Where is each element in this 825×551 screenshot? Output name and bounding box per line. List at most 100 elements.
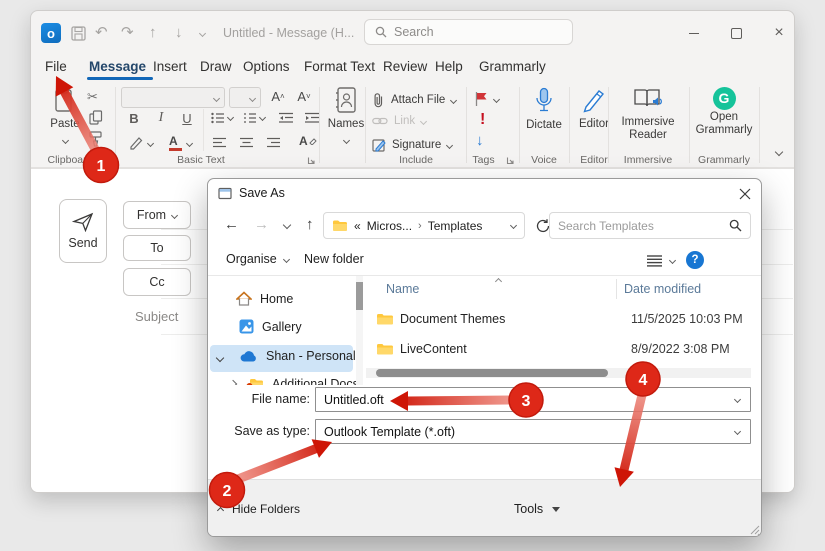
cut-icon[interactable]: ✂ xyxy=(87,89,98,105)
low-importance-icon[interactable]: ↓ xyxy=(476,132,484,149)
organise-menu[interactable]: Organise xyxy=(226,252,289,266)
move-down-icon[interactable]: ↓ xyxy=(175,25,183,41)
hide-folders-button[interactable]: Hide Folders xyxy=(232,502,300,516)
basic-text-dialog-launcher-icon[interactable] xyxy=(307,156,316,165)
subject-field[interactable]: Subject xyxy=(135,309,178,324)
new-folder-button[interactable]: New folder xyxy=(304,252,364,266)
sidebar-item-onedrive-personal[interactable]: Shan - Personal xyxy=(239,349,356,363)
collapse-ribbon-icon[interactable] xyxy=(775,148,783,156)
signature-button[interactable]: Signature xyxy=(372,138,452,152)
copy-icon[interactable] xyxy=(89,110,103,125)
align-right-icon[interactable] xyxy=(267,137,281,149)
align-center-icon[interactable] xyxy=(240,137,254,149)
recent-locations-icon[interactable] xyxy=(283,221,291,229)
open-grammarly-button[interactable]: G OpenGrammarly xyxy=(689,87,759,137)
tab-review[interactable]: Review xyxy=(383,59,427,74)
numbered-list-icon[interactable] xyxy=(243,112,257,124)
draw-pen-icon[interactable] xyxy=(129,135,145,150)
tab-insert[interactable]: Insert xyxy=(153,59,187,74)
grow-font-icon[interactable]: A˄ xyxy=(269,88,287,104)
minimize-button[interactable] xyxy=(679,21,709,45)
font-size-combobox[interactable] xyxy=(229,87,261,108)
move-up-icon[interactable]: ↑ xyxy=(149,25,157,41)
from-button[interactable]: From xyxy=(123,201,191,229)
tab-draw[interactable]: Draw xyxy=(200,59,232,74)
format-painter-icon[interactable] xyxy=(88,131,103,147)
view-options-dropdown-icon[interactable] xyxy=(669,257,676,264)
numbered-list-dropdown-icon[interactable] xyxy=(259,114,266,121)
undo-icon[interactable]: ↶ xyxy=(95,25,108,41)
view-options-icon[interactable] xyxy=(646,254,663,267)
link-button[interactable]: Link xyxy=(372,115,426,127)
customize-quick-access-icon[interactable] xyxy=(199,30,206,37)
tab-grammarly[interactable]: Grammarly xyxy=(479,59,546,74)
font-color-dropdown-icon[interactable] xyxy=(186,140,193,147)
dialog-close-icon[interactable] xyxy=(739,188,751,200)
clear-formatting-icon[interactable]: A xyxy=(299,134,317,148)
names-button[interactable]: Names xyxy=(327,85,365,155)
breadcrumb-current[interactable]: Templates xyxy=(428,219,483,233)
redo-icon[interactable]: ↷ xyxy=(121,25,134,41)
column-header-date-modified[interactable]: Date modified xyxy=(624,282,701,296)
align-left-icon[interactable] xyxy=(213,137,227,149)
to-button[interactable]: To xyxy=(123,235,191,261)
sidebar-scrollbar-thumb[interactable] xyxy=(356,282,363,310)
column-header-name[interactable]: Name xyxy=(386,282,419,296)
column-divider[interactable] xyxy=(616,279,617,299)
save-icon[interactable] xyxy=(71,26,86,41)
bullet-list-dropdown-icon[interactable] xyxy=(227,114,234,121)
high-importance-icon[interactable]: ! xyxy=(480,111,485,129)
immersive-reader-button[interactable]: ImmersiveReader xyxy=(608,87,688,142)
folder-expand-icon[interactable] xyxy=(229,380,237,385)
paste-button[interactable]: Paste xyxy=(45,85,85,151)
tab-help[interactable]: Help xyxy=(435,59,463,74)
decrease-indent-icon[interactable] xyxy=(279,112,294,124)
nav-up-icon[interactable]: ↑ xyxy=(306,216,314,233)
flag-dropdown-icon[interactable] xyxy=(493,96,500,103)
font-color-icon[interactable]: A xyxy=(169,134,182,151)
cc-button[interactable]: Cc xyxy=(123,268,191,296)
nav-forward-icon[interactable]: → xyxy=(254,216,269,233)
maximize-button[interactable] xyxy=(721,21,751,45)
follow-up-flag-icon[interactable] xyxy=(474,91,489,107)
nav-back-icon[interactable]: ← xyxy=(224,216,239,233)
sidebar-scrollbar[interactable] xyxy=(356,276,363,385)
save-as-type-select[interactable] xyxy=(315,419,751,444)
increase-indent-icon[interactable] xyxy=(305,112,320,124)
dialog-search-box[interactable]: Search Templates xyxy=(549,212,751,239)
breadcrumb-parent[interactable]: Micros... xyxy=(367,219,412,233)
titlebar-search-box[interactable]: Search xyxy=(364,19,573,45)
dictate-button[interactable]: Dictate xyxy=(519,87,569,131)
pen-dropdown-icon[interactable] xyxy=(147,140,154,147)
file-row[interactable]: Document Themes 11/5/2025 10:03 PM xyxy=(366,305,751,333)
dialog-search-icon xyxy=(729,219,742,232)
tools-menu[interactable]: Tools xyxy=(514,502,560,516)
italic-button[interactable]: I xyxy=(152,110,170,126)
sidebar-item-additional-docs[interactable]: Additional Docs xyxy=(246,377,359,385)
file-list-horizontal-scrollbar[interactable] xyxy=(366,368,751,378)
tab-options[interactable]: Options xyxy=(243,59,290,74)
font-name-combobox[interactable] xyxy=(121,87,225,108)
horizontal-scrollbar-thumb[interactable] xyxy=(376,369,608,377)
bold-button[interactable]: B xyxy=(125,110,143,126)
dictate-label: Dictate xyxy=(519,119,569,131)
sidebar-item-gallery[interactable]: Gallery xyxy=(239,319,302,334)
shrink-font-icon[interactable]: A˅ xyxy=(295,88,313,104)
file-name-input[interactable] xyxy=(315,387,751,412)
address-bar[interactable]: « Micros... › Templates xyxy=(323,212,525,239)
file-row[interactable]: LiveContent 8/9/2022 3:08 PM xyxy=(366,335,751,363)
attach-file-button[interactable]: Attach File xyxy=(372,92,456,108)
tab-file[interactable]: File xyxy=(45,59,67,74)
help-button[interactable]: ? xyxy=(686,251,704,269)
tab-format-text[interactable]: Format Text xyxy=(304,59,375,74)
breadcrumb-overflow[interactable]: « xyxy=(354,219,361,233)
resize-grip[interactable] xyxy=(749,524,760,535)
send-button[interactable]: Send xyxy=(59,199,107,263)
tab-message[interactable]: Message xyxy=(89,59,146,74)
bullet-list-icon[interactable] xyxy=(211,112,225,124)
sidebar-item-home[interactable]: Home xyxy=(236,291,293,306)
address-dropdown-icon[interactable] xyxy=(510,222,517,229)
close-button[interactable]: × xyxy=(764,21,794,45)
tags-dialog-launcher-icon[interactable] xyxy=(506,156,515,165)
underline-button[interactable]: U xyxy=(178,110,196,126)
